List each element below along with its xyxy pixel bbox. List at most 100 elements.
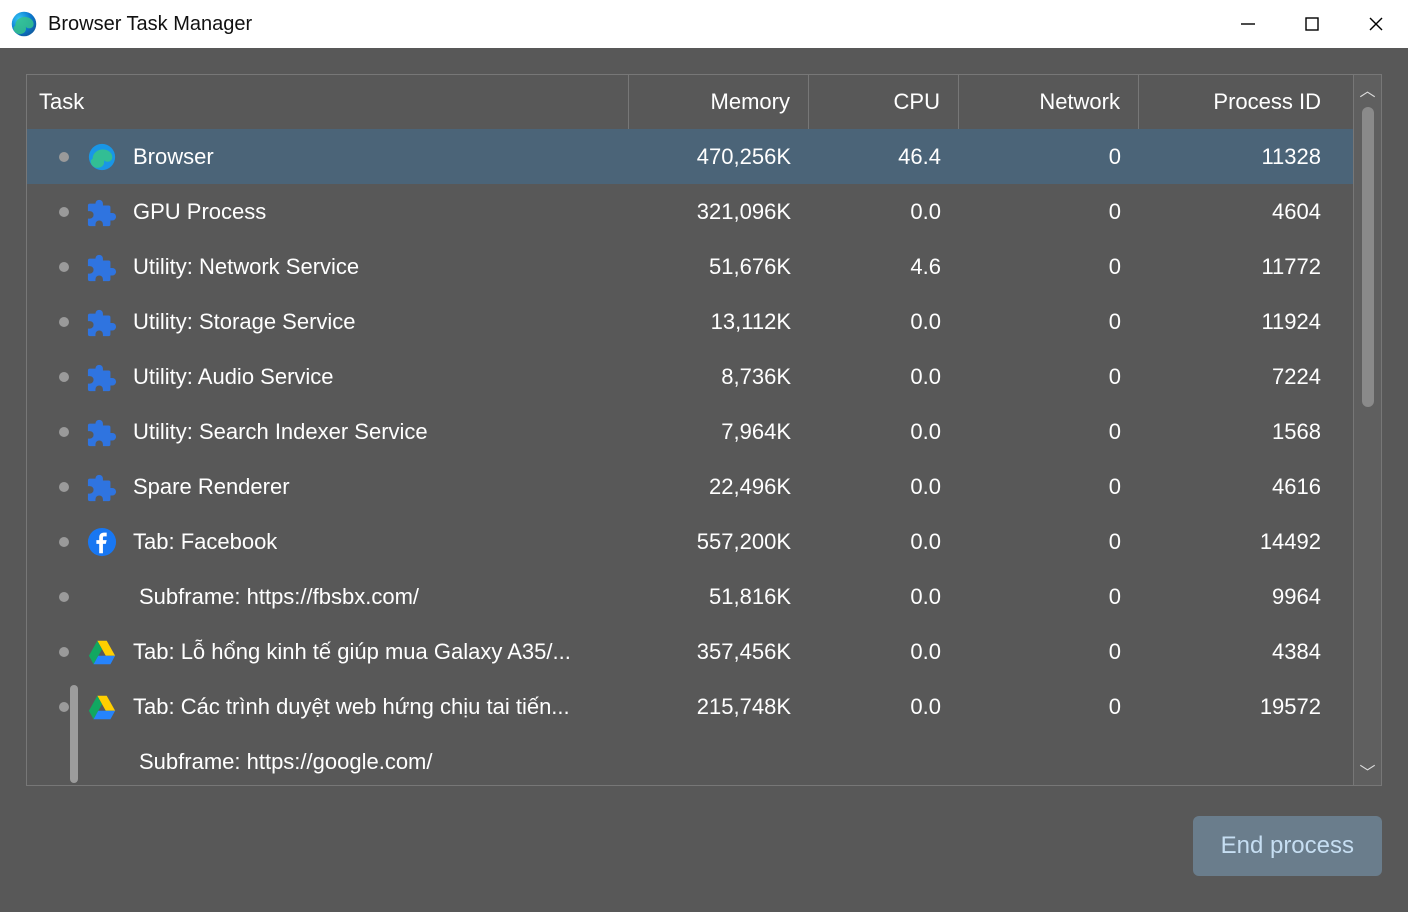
- table-header: Task Memory CPU Network Process ID: [27, 75, 1381, 129]
- cell-network: 0: [959, 364, 1139, 390]
- cell-memory: 8,736K: [629, 364, 809, 390]
- cell-cpu: 0.0: [809, 364, 959, 390]
- bullet-icon: [59, 152, 69, 162]
- column-header-network[interactable]: Network: [959, 75, 1139, 129]
- column-header-task[interactable]: Task: [27, 75, 629, 129]
- cell-memory: 557,200K: [629, 529, 809, 555]
- cell-network: 0: [959, 144, 1139, 170]
- column-header-memory[interactable]: Memory: [629, 75, 809, 129]
- table-row[interactable]: Subframe: https://google.com/: [27, 734, 1381, 785]
- puzzle-icon: [87, 307, 117, 337]
- bullet-icon: [59, 647, 69, 657]
- cell-cpu: 4.6: [809, 254, 959, 280]
- close-button[interactable]: [1344, 0, 1408, 48]
- task-name: Subframe: https://fbsbx.com/: [139, 584, 419, 610]
- cell-memory: 321,096K: [629, 199, 809, 225]
- spacer-icon: [87, 747, 117, 777]
- column-header-cpu[interactable]: CPU: [809, 75, 959, 129]
- task-name: Utility: Storage Service: [133, 309, 356, 335]
- cell-cpu: 0.0: [809, 419, 959, 445]
- cell-pid: 11328: [1139, 144, 1339, 170]
- bullet-icon: [59, 757, 69, 767]
- cell-network: 0: [959, 529, 1139, 555]
- table-row[interactable]: GPU Process321,096K0.004604: [27, 184, 1381, 239]
- bullet-icon: [59, 427, 69, 437]
- spacer-icon: [87, 582, 117, 612]
- bullet-icon: [59, 592, 69, 602]
- cell-cpu: 0.0: [809, 694, 959, 720]
- scroll-up-arrow-icon[interactable]: ︿: [1354, 75, 1382, 103]
- cell-cpu: 0.0: [809, 639, 959, 665]
- cell-network: 0: [959, 199, 1139, 225]
- drive-icon: [87, 637, 117, 667]
- table-row[interactable]: Tab: Các trình duyệt web hứng chịu tai t…: [27, 679, 1381, 734]
- edge-icon: [87, 142, 117, 172]
- cell-pid: 19572: [1139, 694, 1339, 720]
- bullet-icon: [59, 702, 69, 712]
- cell-network: 0: [959, 584, 1139, 610]
- cell-memory: 357,456K: [629, 639, 809, 665]
- cell-pid: 4616: [1139, 474, 1339, 500]
- cell-memory: 51,676K: [629, 254, 809, 280]
- cell-memory: 22,496K: [629, 474, 809, 500]
- table-row[interactable]: Utility: Search Indexer Service7,964K0.0…: [27, 404, 1381, 459]
- window-title: Browser Task Manager: [48, 13, 252, 36]
- cell-memory: 215,748K: [629, 694, 809, 720]
- end-process-button[interactable]: End process: [1193, 816, 1382, 876]
- footer: End process: [26, 806, 1382, 886]
- table-row[interactable]: Utility: Network Service 51,676K4.6011772: [27, 239, 1381, 294]
- cell-cpu: 0.0: [809, 529, 959, 555]
- cell-network: 0: [959, 309, 1139, 335]
- puzzle-icon: [87, 417, 117, 447]
- cell-network: 0: [959, 254, 1139, 280]
- cell-pid: 7224: [1139, 364, 1339, 390]
- process-table: Task Memory CPU Network Process ID Brows…: [26, 74, 1382, 786]
- column-header-pid[interactable]: Process ID: [1139, 75, 1339, 129]
- task-name: Tab: Lỗ hổng kinh tế giúp mua Galaxy A35…: [133, 639, 571, 665]
- table-row[interactable]: Browser 470,256K46.4011328: [27, 129, 1381, 184]
- cell-cpu: 0.0: [809, 584, 959, 610]
- cell-pid: 14492: [1139, 529, 1339, 555]
- maximize-button[interactable]: [1280, 0, 1344, 48]
- cell-pid: 11772: [1139, 254, 1339, 280]
- bullet-icon: [59, 537, 69, 547]
- cell-pid: 1568: [1139, 419, 1339, 445]
- cell-cpu: 46.4: [809, 144, 959, 170]
- cell-cpu: 0.0: [809, 199, 959, 225]
- vertical-scrollbar[interactable]: ︿ ﹀: [1353, 75, 1381, 785]
- cell-network: 0: [959, 474, 1139, 500]
- cell-cpu: 0.0: [809, 474, 959, 500]
- table-row[interactable]: Tab: Facebook 557,200K0.0014492: [27, 514, 1381, 569]
- cell-cpu: 0.0: [809, 309, 959, 335]
- puzzle-icon: [87, 252, 117, 282]
- scroll-down-arrow-icon[interactable]: ﹀: [1354, 757, 1382, 785]
- table-row[interactable]: Utility: Audio Service 8,736K0.007224: [27, 349, 1381, 404]
- cell-pid: 11924: [1139, 309, 1339, 335]
- drive-icon: [87, 692, 117, 722]
- minimize-button[interactable]: [1216, 0, 1280, 48]
- bullet-icon: [59, 207, 69, 217]
- bullet-icon: [59, 262, 69, 272]
- title-bar: Browser Task Manager: [0, 0, 1408, 48]
- edge-app-icon: [10, 10, 38, 38]
- table-row[interactable]: Spare Renderer22,496K0.004616: [27, 459, 1381, 514]
- table-row[interactable]: Utility: Storage Service13,112K0.0011924: [27, 294, 1381, 349]
- table-body: Browser470,256K46.4011328GPU Process321,…: [27, 129, 1381, 785]
- task-name: Browser: [133, 144, 214, 170]
- scrollbar-thumb[interactable]: [1362, 107, 1374, 407]
- table-row[interactable]: Tab: Lỗ hổng kinh tế giúp mua Galaxy A35…: [27, 624, 1381, 679]
- cell-memory: 7,964K: [629, 419, 809, 445]
- cell-memory: 470,256K: [629, 144, 809, 170]
- cell-network: 0: [959, 694, 1139, 720]
- task-name: Tab: Facebook: [133, 529, 277, 555]
- facebook-icon: [87, 527, 117, 557]
- group-indicator: [70, 685, 78, 783]
- table-row[interactable]: Subframe: https://fbsbx.com/51,816K0.009…: [27, 569, 1381, 624]
- cell-network: 0: [959, 419, 1139, 445]
- cell-network: 0: [959, 639, 1139, 665]
- task-name: Utility: Audio Service: [133, 364, 334, 390]
- task-name: Utility: Network Service: [133, 254, 359, 280]
- cell-pid: 4604: [1139, 199, 1339, 225]
- cell-memory: 51,816K: [629, 584, 809, 610]
- task-name: Tab: Các trình duyệt web hứng chịu tai t…: [133, 694, 570, 720]
